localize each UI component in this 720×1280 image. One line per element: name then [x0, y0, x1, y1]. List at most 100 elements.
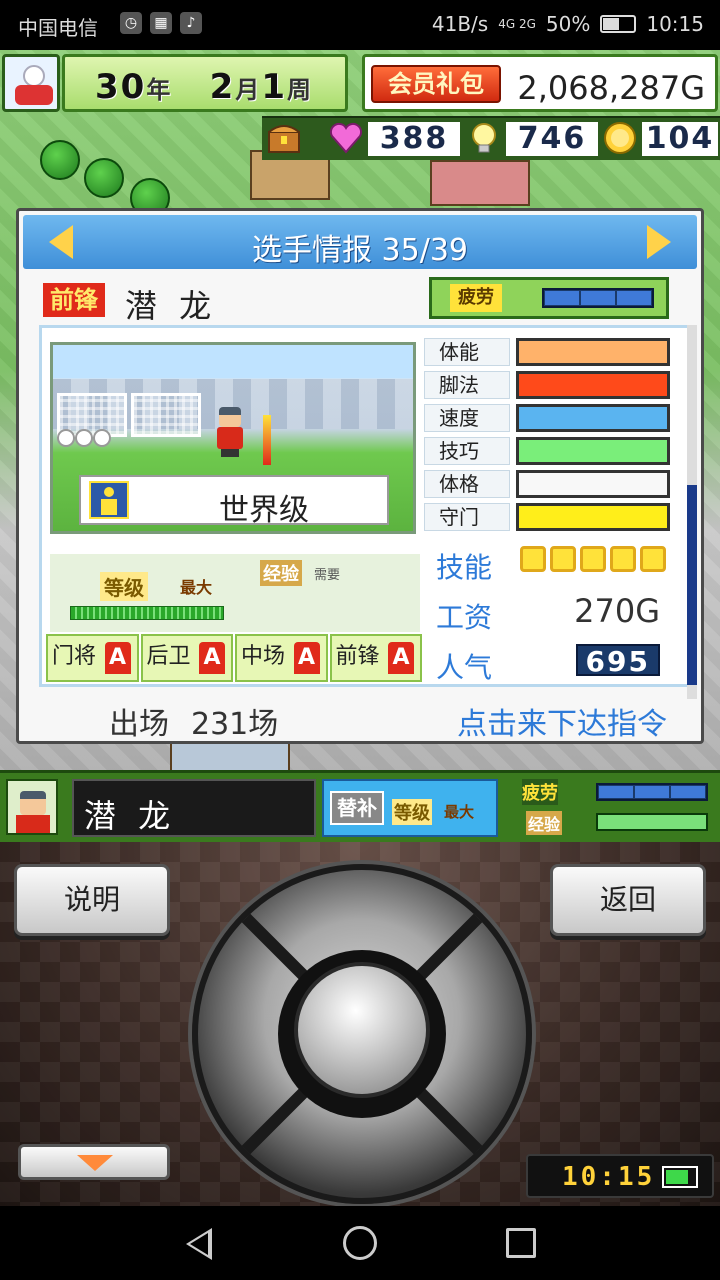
idea-count: 746 [506, 122, 598, 156]
nav-recents-icon[interactable] [506, 1228, 536, 1258]
position-cell-midfielder: 中场 A [235, 634, 328, 682]
month-unit: 月 [235, 76, 262, 104]
position-grade: A [293, 642, 320, 674]
exp-need: 需要 [314, 568, 341, 583]
player-face-avatar[interactable] [6, 779, 58, 835]
game-app-icon: ▦ [150, 12, 172, 34]
heart-count: 388 [368, 122, 460, 156]
level-progress-bar [70, 606, 224, 620]
player-bar-exp-bar [596, 813, 708, 831]
player-bar-name: 潜 龙 [84, 797, 177, 835]
appearances: 出场 231场 [109, 699, 278, 743]
nav-home-icon[interactable] [343, 1226, 377, 1260]
training-gauge [263, 415, 271, 465]
stat-list: 体能 脚法 速度 技巧 体格 守门 [424, 336, 674, 534]
position-label: 门将 [52, 644, 97, 669]
player-name-box: 潜 龙 [72, 779, 316, 837]
player-rank-icon [89, 481, 129, 519]
skill-slot[interactable] [550, 546, 576, 572]
player-bar-level-max: 最大 [444, 803, 475, 821]
tree-sprite [84, 158, 124, 198]
gold-amount: 2,068,287G [517, 69, 705, 107]
stat-bar [516, 437, 670, 465]
stat-row: 速度 [424, 402, 674, 435]
skill-slot[interactable] [640, 546, 666, 572]
skill-slot[interactable] [580, 546, 606, 572]
skill-slots[interactable] [520, 546, 666, 572]
chevron-down-icon[interactable] [18, 1144, 170, 1180]
month-number: 2 [209, 67, 236, 107]
skill-slot[interactable] [520, 546, 546, 572]
battery-icon [600, 15, 637, 33]
level-max: 最大 [180, 578, 213, 597]
dpad[interactable] [192, 864, 532, 1204]
treasure-chest-icon[interactable] [266, 120, 302, 156]
tiktok-icon: ♪ [180, 12, 202, 34]
alarm-icon: ◷ [120, 12, 142, 34]
position-cell-forward: 前锋 A [329, 634, 422, 682]
nav-back-icon[interactable] [186, 1228, 212, 1260]
ball-sprite [93, 429, 111, 447]
skill-slot[interactable] [610, 546, 636, 572]
player-name: 潜 龙 [125, 287, 218, 325]
back-button[interactable]: 返回 [550, 864, 706, 936]
position-cell-goalkeeper: 门将 A [46, 634, 139, 682]
date-display: 30年 2月1周 [62, 54, 348, 112]
help-button[interactable]: 说明 [14, 864, 170, 936]
stat-bar [516, 503, 670, 531]
battery-percent: 50% [545, 12, 591, 36]
notification-icons: ◷ ▦ ♪ [120, 12, 202, 34]
position-badge: 前锋 [43, 283, 105, 317]
stat-bar [516, 371, 670, 399]
position-aptitudes: 门将 A 后卫 A 中场 A 前锋 A [46, 634, 422, 682]
mascot-avatar[interactable] [2, 54, 60, 112]
week-number: 1 [261, 67, 288, 107]
position-grade: A [199, 642, 225, 674]
stat-bar [516, 404, 670, 432]
next-player-arrow-icon[interactable] [647, 225, 671, 259]
week-unit: 周 [287, 76, 314, 104]
salary-label: 工资 [436, 601, 493, 634]
carrier-name: 中国电信 [18, 16, 98, 40]
tree-sprite [40, 140, 80, 180]
dialog-scrollbar[interactable] [687, 325, 697, 699]
stat-row: 体格 [424, 468, 674, 501]
resource-bar: 388 746 104 [262, 116, 720, 160]
exp-label: 经验 [260, 560, 302, 586]
give-command-link[interactable]: 点击来下达指令 [457, 699, 667, 743]
control-panel: 说明 返回 10:15 [0, 842, 720, 1206]
player-bar-meters: 疲劳 经验 [504, 779, 716, 837]
gold-panel: 会员礼包 2,068,287G [362, 54, 718, 112]
dpad-center-button[interactable] [294, 962, 430, 1098]
stat-row: 体能 [424, 336, 674, 369]
medal-count: 104 [642, 122, 718, 156]
fatigue-label: 疲劳 [450, 284, 502, 312]
substitute-badge: 替补 [330, 791, 384, 825]
player-status-box: 替补 等级 最大 [322, 779, 498, 837]
system-nav-bar [0, 1206, 720, 1280]
player-bar-fatigue-bar [596, 783, 708, 801]
appearances-label: 出场 [109, 707, 169, 742]
status-bar: 中国电信 ◷ ▦ ♪ 41B/s 4G 2G 50% 10:15 [0, 0, 720, 50]
lightbulb-icon [466, 120, 502, 156]
stat-row: 守门 [424, 501, 674, 534]
stat-bar [516, 470, 670, 498]
appearances-value: 231场 [191, 707, 279, 742]
player-bar-fatigue-label: 疲劳 [522, 779, 558, 805]
position-grade: A [104, 642, 131, 674]
salary-value: 270G [574, 592, 660, 630]
level-panel: 等级 最大 经验 需要 [50, 554, 420, 632]
fatigue-bar [542, 288, 654, 308]
level-label: 等级 [100, 572, 148, 601]
building-sprite [430, 160, 530, 206]
game-clock-time: 10:15 [562, 1162, 656, 1192]
heart-icon [328, 120, 364, 156]
fatigue-indicator: 疲劳 [429, 277, 669, 319]
goal-sprite [131, 393, 201, 437]
popularity-label: 人气 [436, 651, 493, 684]
player-details: 世界级 体能 脚法 速度 技巧 体格 守门 等级 最大 经验 需要 门将 A 后… [39, 325, 693, 687]
stat-label: 速度 [424, 404, 510, 432]
vip-pack-button[interactable]: 会员礼包 [371, 65, 501, 103]
year-unit: 年 [146, 76, 173, 104]
year-number: 30 [95, 67, 147, 107]
